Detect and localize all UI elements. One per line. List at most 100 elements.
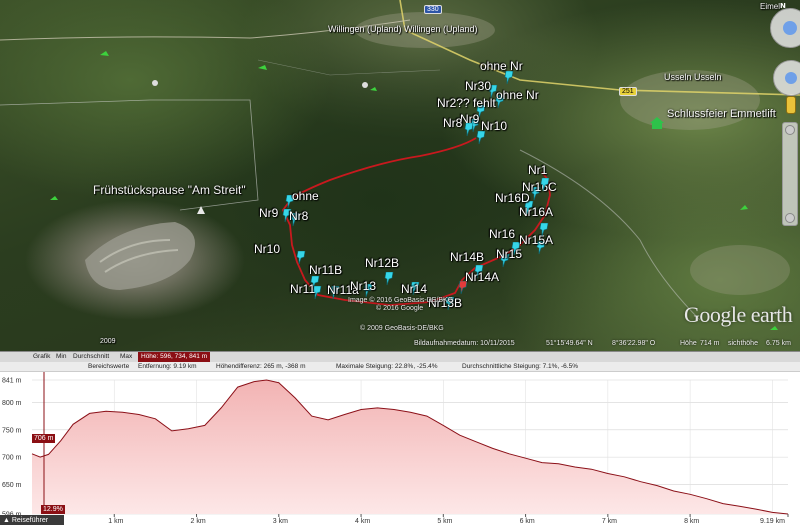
stat-bereich: Bereichswerte	[88, 363, 130, 370]
stat-steigung-avg: Durchschnittliche Steigung: 7.1%, -6.5%	[462, 363, 578, 370]
road-shield-251: 251	[619, 87, 637, 96]
elevation-chart[interactable]: 841 m800 m750 m700 m650 m596 m 1 km2 km3…	[0, 372, 800, 525]
x-tick-label: 6 km	[520, 518, 535, 525]
elevation-stats: Bereichswerte Entfernung: 9.19 km Höhend…	[0, 362, 800, 372]
town-southeast	[690, 245, 790, 295]
eye-alt-label: sichthöhe	[728, 340, 758, 347]
field-marker	[100, 51, 109, 56]
placemark-pin-icon[interactable]	[384, 271, 394, 286]
placemark-label[interactable]: Nr11	[290, 283, 315, 295]
street-view-pegman-icon[interactable]	[786, 96, 796, 114]
x-tick-label: 5 km	[437, 518, 452, 525]
placemark-label[interactable]: Nr9	[259, 207, 278, 219]
y-axis-ticks: 841 m800 m750 m700 m650 m596 m	[2, 378, 22, 519]
placemark-label[interactable]: Nr10	[481, 120, 507, 132]
zoom-in-icon[interactable]	[785, 125, 795, 135]
elevation-label: Höhe	[680, 340, 697, 347]
poi-icon	[362, 82, 368, 88]
field-marker	[258, 65, 267, 70]
current-elevation-badge: 706 m	[32, 434, 56, 443]
tb-max[interactable]: Max	[120, 353, 132, 360]
elevation-area	[32, 380, 788, 514]
placemark-label[interactable]: Nr8	[289, 210, 308, 222]
google-earth-logo-text: Google earth	[684, 302, 793, 327]
placemark-label[interactable]: ohne	[292, 190, 319, 202]
copyright-geobasis: © 2009 GeoBasis-DE/BKG	[360, 325, 444, 332]
place-label-eimel: Eimel	[760, 2, 781, 11]
placemark-label[interactable]: Nr10	[254, 243, 280, 255]
google-earth-logo: Google earth	[684, 302, 793, 328]
x-tick-label: 9.19 km	[760, 518, 785, 525]
x-axis-ticks: 1 km 2 km 3 km 4 km 5 km 6 km 7 km 8 km 9.19 km	[108, 514, 789, 525]
x-tick-label: 4 km	[355, 518, 370, 525]
y-tick-label: 650 m	[2, 482, 22, 489]
hand-icon	[785, 72, 797, 84]
placemark-label[interactable]: Nr12B	[365, 257, 399, 269]
x-tick-label: 2 km	[191, 518, 206, 525]
zoom-out-icon[interactable]	[785, 213, 795, 223]
stat-entfernung: Entfernung: 9.19 km	[138, 363, 197, 370]
x-tick-label: 1 km	[108, 518, 123, 525]
place-label-willingen: Willingen (Upland) Willingen (Upland)	[328, 24, 478, 34]
copyright-image: Image © 2016 GeoBasis-DE/BKG	[348, 297, 454, 304]
google-earth-window: Willingen (Upland) Willingen (Upland) Us…	[0, 0, 800, 525]
placemark-label[interactable]: ohne Nr	[496, 89, 539, 101]
placemark-pin-icon[interactable]	[464, 122, 474, 137]
latitude-readout: 51°15'49.64" N	[546, 340, 593, 347]
elevation-readout: 714 m	[700, 340, 720, 347]
field-marker	[50, 196, 58, 200]
placemark-pin-icon[interactable]	[296, 250, 306, 265]
imagery-date: Bildaufnahmedatum: 10/11/2015	[414, 340, 515, 347]
longitude-readout: 8°36'22.98" O	[612, 340, 656, 347]
tour-guide-label: Reiseführer	[11, 517, 49, 524]
placemark-label[interactable]: Nr14B	[450, 251, 484, 263]
boundary-line	[0, 99, 151, 106]
eye-alt-readout: 6.75 km	[766, 340, 791, 347]
map-status-bar: Bildaufnahmedatum: 10/11/2015 51°15'49.6…	[0, 340, 800, 351]
field-marker	[370, 87, 377, 91]
tb-avg[interactable]: Durchschnitt	[73, 353, 109, 360]
placemark-label[interactable]: Nr11B	[309, 264, 342, 276]
y-tick-label: 700 m	[2, 455, 22, 462]
elevation-profile-panel[interactable]: Grafik Min Durchschnitt Max Höhe: 596, 7…	[0, 351, 800, 525]
map-view[interactable]: Willingen (Upland) Willingen (Upland) Us…	[0, 0, 800, 351]
north-indicator: N	[780, 2, 786, 10]
placemark-label[interactable]: Nr8	[443, 117, 462, 129]
eye-icon	[783, 21, 797, 35]
elevation-toolbar: Grafik Min Durchschnitt Max Höhe: 596, 7…	[0, 352, 800, 362]
place-label-fruehstueck[interactable]: Frühstückspause "Am Streit"	[93, 183, 246, 197]
x-tick-label: 3 km	[273, 518, 288, 525]
place-label-schlussfeier[interactable]: Schlussfeier Emmetlift	[667, 108, 776, 120]
stat-hoehendiff: Höhendifferenz: 265 m, -368 m	[216, 363, 306, 370]
placemark-label[interactable]: ohne Nr	[480, 60, 523, 72]
placemark-pin-icon[interactable]	[539, 222, 549, 237]
tour-guide-arrow-icon: ▲	[3, 517, 12, 524]
placemark-label[interactable]: Nr13	[350, 280, 376, 292]
placemark-label[interactable]: Nr1	[528, 164, 547, 176]
y-tick-label: 800 m	[2, 400, 22, 407]
poi-icon	[152, 80, 158, 86]
placemark-label[interactable]: Nr30	[465, 80, 491, 92]
placemark-label[interactable]: Nr14	[401, 283, 427, 295]
zoom-slider[interactable]	[782, 122, 798, 226]
place-label-usseln: Usseln Usseln	[664, 72, 722, 82]
field-marker	[740, 205, 748, 210]
tour-guide-button[interactable]: ▲ Reiseführer	[0, 515, 64, 525]
y-tick-label: 841 m	[2, 378, 22, 385]
tb-hoehe[interactable]: Höhe: 596, 734, 841 m	[138, 352, 211, 362]
current-grade-badge: 12.9%	[41, 505, 65, 514]
tb-min[interactable]: Min	[56, 353, 66, 360]
x-tick-label: 8 km	[684, 518, 699, 525]
placemark-label[interactable]: Nr14A	[465, 271, 499, 283]
x-tick-label: 7 km	[602, 518, 617, 525]
y-tick-label: 750 m	[2, 427, 22, 434]
placemark-label[interactable]: Nr16	[489, 228, 515, 240]
placemark-pin-icon[interactable]	[540, 177, 550, 192]
stat-steigung-max: Maximale Steigung: 22.8%, -25.4%	[336, 363, 438, 370]
boundary-line	[257, 59, 441, 76]
placemark-label[interactable]: Nr2?? fehlt	[437, 97, 496, 109]
road-shield-330: 330	[424, 5, 442, 14]
copyright-google: © 2016 Google	[376, 305, 424, 312]
tb-grafik[interactable]: Grafik	[33, 353, 50, 360]
gps-track-line	[281, 137, 551, 306]
